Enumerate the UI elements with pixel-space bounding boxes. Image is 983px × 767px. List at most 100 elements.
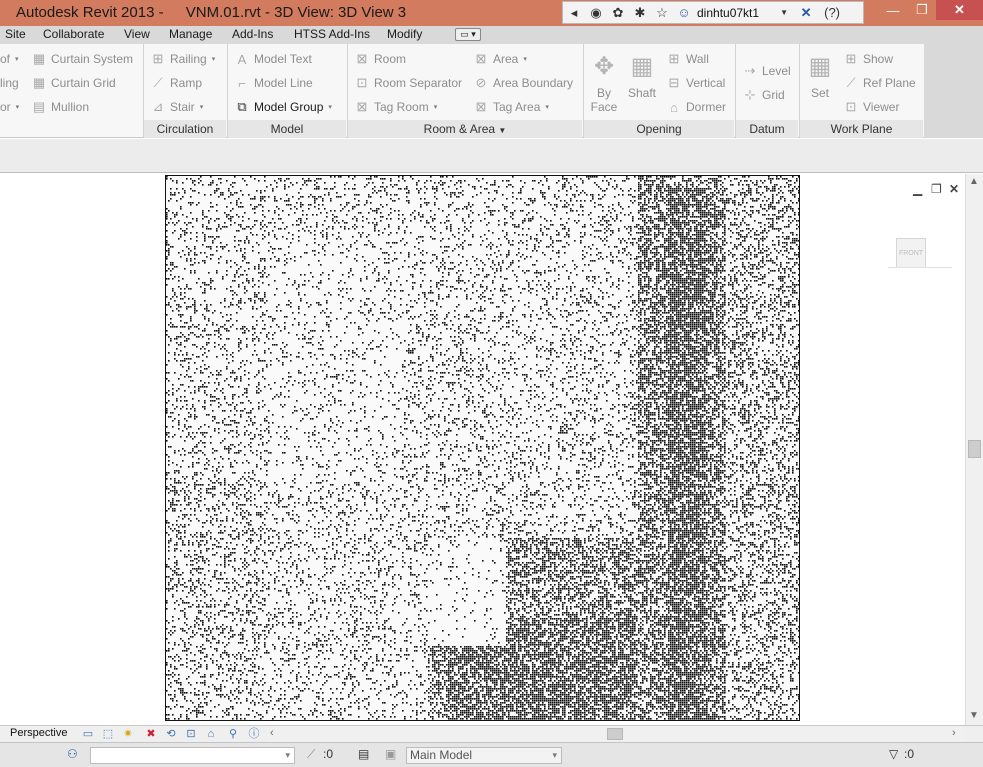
ribbon-ceiling-button[interactable]: ling [0, 72, 19, 94]
exclude-options-icon[interactable]: ▣ [385, 747, 396, 761]
railing-button[interactable]: ⊞ Railing ▾ [150, 48, 216, 70]
panel-minimize-button[interactable]: ▭ ▾ [455, 28, 481, 41]
wall-opening-button[interactable]: ⊞ Wall [666, 48, 709, 70]
model-group-button[interactable]: ⧉ Model Group ▾ [234, 96, 332, 118]
reveal-hidden-icon[interactable]: ⚲ [225, 727, 241, 741]
visual-style-icon[interactable]: ⬚ [100, 727, 116, 741]
temporary-hide-icon[interactable]: ⌂ [203, 727, 219, 741]
model-text-button[interactable]: A Model Text [234, 48, 312, 70]
design-option-select[interactable]: Main Model ▾ [406, 747, 562, 764]
ribbon-floor-button[interactable]: or ▾ [0, 96, 19, 118]
circulation-panel-label[interactable]: Circulation [144, 120, 226, 138]
dropdown-arrow-icon: ▾ [328, 104, 332, 111]
nav-left-icon[interactable]: ◂ [563, 2, 585, 23]
user-dropdown-icon[interactable]: ▼ [773, 2, 795, 23]
rendering-icon[interactable]: ⟲ [163, 727, 179, 741]
room-button[interactable]: ⊠ Room [354, 48, 406, 70]
maximize-button[interactable]: ❐ [908, 0, 936, 20]
x-exchange-icon[interactable]: ✕ [795, 2, 817, 23]
set-work-plane-button[interactable]: ▦ Set [804, 52, 836, 100]
vertical-opening-button[interactable]: ⊟ Vertical [666, 72, 726, 94]
analytical-model-icon[interactable]: ⓘ [246, 727, 262, 741]
ribbon-roof-button[interactable]: of ▾ [0, 48, 19, 70]
room-area-panel-label[interactable]: Room & Area ▼ [348, 120, 582, 138]
user-name[interactable]: dinhtu07kt1 [697, 6, 759, 20]
tab-view[interactable]: View [124, 27, 150, 41]
view-minimize-icon[interactable]: ▁ [913, 182, 922, 196]
horizontal-scrollbar[interactable]: ‹ › [268, 726, 965, 742]
help-icon[interactable]: (?) [817, 2, 847, 23]
curtain-grid-button[interactable]: ▦ Curtain Grid [31, 72, 116, 94]
model-group-icon: ⧉ [237, 99, 247, 114]
tab-collaborate[interactable]: Collaborate [43, 27, 104, 41]
show-work-plane-button[interactable]: ⊞ Show [843, 48, 893, 70]
ramp-icon: ⟋ [153, 75, 163, 90]
curtain-system-icon: ▦ [32, 51, 46, 66]
design-options-icon[interactable]: ▤ [358, 747, 369, 761]
stair-button[interactable]: ⊿ Stair ▾ [150, 96, 204, 118]
tab-modify[interactable]: Modify [387, 27, 422, 41]
vertical-scroll-thumb[interactable] [968, 440, 981, 458]
wrench-icon[interactable]: ✿ [607, 2, 629, 23]
viewer-button[interactable]: ⊡ Viewer [843, 96, 900, 118]
room-label: Room [374, 52, 407, 66]
drawing-area[interactable]: ▁ ❐ ✕ FRONT ▲ ▼ [0, 174, 983, 725]
scroll-right-icon[interactable]: › [952, 727, 956, 739]
tab-site[interactable]: Site [5, 27, 26, 41]
tab-manage[interactable]: Manage [169, 27, 212, 41]
vertical-scrollbar[interactable]: ▲ ▼ [965, 174, 983, 725]
communication-icon[interactable]: ✱ [629, 2, 651, 23]
ref-plane-button[interactable]: ⟋ Ref Plane [843, 72, 915, 94]
ramp-button[interactable]: ⟋ Ramp [150, 72, 202, 94]
grid-button[interactable]: ⊹ Grid [742, 84, 785, 106]
area-boundary-button[interactable]: ⊘ Area Boundary [473, 72, 574, 94]
user-icon[interactable]: ☺ [673, 2, 695, 23]
status-prompt-field[interactable]: ▾ [90, 747, 295, 764]
options-bar [0, 139, 983, 173]
curtain-system-button[interactable]: ▦ Curtain System [31, 48, 133, 70]
dormer-opening-button[interactable]: ⌂ Dormer [666, 96, 726, 118]
worksets-icon[interactable]: ⚇ [67, 747, 78, 761]
mullion-icon: ▤ [32, 99, 46, 114]
tag-room-button[interactable]: ⊠ Tag Room ▾ [354, 96, 438, 118]
tag-area-button[interactable]: ⊠ Tag Area ▾ [473, 96, 549, 118]
mullion-button[interactable]: ▤ Mullion [31, 96, 89, 118]
room-separator-button[interactable]: ⊡ Room Separator [354, 72, 463, 94]
shadows-icon[interactable]: ✖ [143, 727, 159, 741]
editable-only-icon[interactable]: ⟋ [307, 747, 315, 762]
infocenter-toolbar: ◂ ◉ ✿ ✱ ☆ ☺ dinhtu07kt1 ▼ ✕ (?) [562, 1, 864, 24]
filter-icon[interactable]: ▽ [889, 747, 898, 761]
close-button[interactable]: ✕ [936, 0, 983, 20]
model-panel-label[interactable]: Model [228, 120, 346, 138]
viewcube-compass-ring[interactable] [888, 267, 952, 268]
datum-panel-label[interactable]: Datum [736, 120, 798, 138]
panel-expand-icon: ▼ [498, 126, 507, 135]
binoculars-icon[interactable]: ◉ [585, 2, 607, 23]
level-icon: ⇢ [744, 63, 756, 78]
work-plane-panel-label[interactable]: Work Plane [800, 120, 923, 138]
tab-htss-add-ins[interactable]: HTSS Add-Ins [294, 27, 370, 41]
model-line-button[interactable]: ⌐ Model Line [234, 72, 313, 94]
tab-add-ins[interactable]: Add-Ins [232, 27, 273, 41]
detail-level-icon[interactable]: ▭ [80, 727, 96, 741]
area-label: Area [493, 52, 519, 66]
view-restore-icon[interactable]: ❐ [931, 182, 942, 196]
opening-panel-label[interactable]: Opening [584, 120, 734, 138]
shaft-button[interactable]: ▦ Shaft [624, 52, 660, 100]
3d-view-crop-region[interactable] [165, 175, 800, 721]
by-face-button[interactable]: ✥ By Face [587, 52, 621, 114]
scroll-up-icon[interactable]: ▲ [969, 176, 979, 187]
level-button[interactable]: ⇢ Level [742, 60, 791, 82]
scroll-left-icon[interactable]: ‹ [270, 727, 274, 739]
lock-view-icon[interactable]: ⊡ [183, 727, 199, 741]
viewcube[interactable]: FRONT [896, 238, 926, 268]
area-button[interactable]: ⊠ Area ▾ [473, 48, 527, 70]
view-close-icon[interactable]: ✕ [949, 182, 959, 196]
star-icon[interactable]: ☆ [651, 2, 673, 23]
minimize-button[interactable]: — [878, 0, 908, 20]
horizontal-scroll-thumb[interactable] [607, 728, 623, 740]
dropdown-arrow-icon: ▾ [433, 104, 438, 111]
scroll-down-icon[interactable]: ▼ [969, 710, 979, 721]
chevron-down-icon: ▾ [285, 750, 290, 760]
sun-path-icon[interactable]: ✷ [120, 727, 136, 741]
